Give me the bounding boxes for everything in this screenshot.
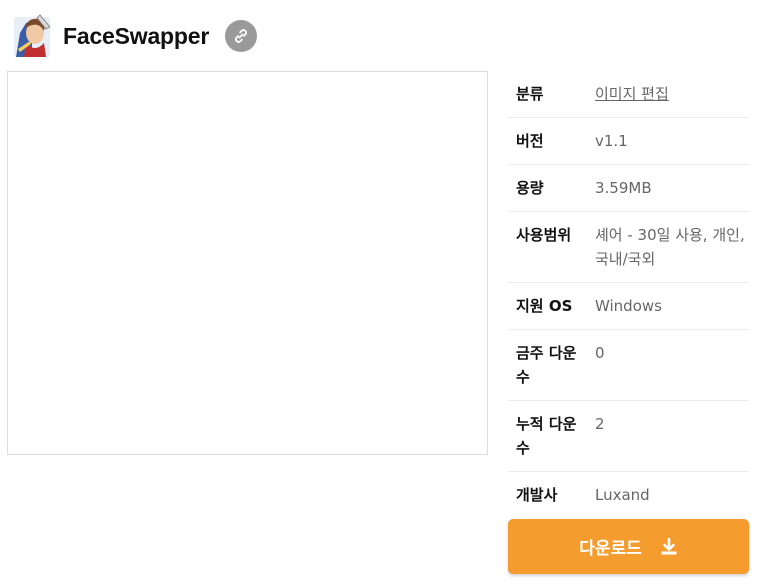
app-title: FaceSwapper: [63, 22, 210, 49]
info-label: 용량: [516, 179, 544, 197]
info-value: 0: [595, 344, 605, 362]
category-link[interactable]: 이미지 편집: [595, 85, 669, 103]
link-icon: [235, 29, 248, 43]
info-label: 사용범위: [516, 226, 572, 244]
app-header: FaceSwapper: [10, 12, 258, 60]
info-row-weekly-downloads: 금주 다운수 0: [508, 330, 749, 401]
download-icon: [660, 537, 678, 556]
info-value: 3.59MB: [595, 179, 652, 197]
copy-link-button[interactable]: [225, 20, 258, 52]
info-value: Windows: [595, 297, 662, 315]
download-button[interactable]: 다운로드: [508, 519, 749, 574]
info-label: 금주 다운수: [516, 344, 577, 386]
info-row-size: 용량 3.59MB: [508, 165, 749, 212]
info-value: 셰어 - 30일 사용, 개인, 국내/국외: [595, 226, 745, 268]
info-value: Luxand: [595, 486, 650, 504]
info-row-developer: 개발사 Luxand: [508, 472, 749, 518]
screenshot-preview: [7, 71, 488, 455]
info-label: 지원 OS: [516, 297, 573, 315]
download-label: 다운로드: [579, 539, 642, 559]
info-row-version: 버전 v1.1: [508, 118, 749, 165]
info-label: 버전: [516, 132, 544, 150]
info-value: v1.1: [595, 132, 628, 150]
program-info-table: 분류 이미지 편집 버전 v1.1 용량 3.59MB 사용범위 셰어 - 30…: [508, 71, 749, 518]
info-row-license: 사용범위 셰어 - 30일 사용, 개인, 국내/국외: [508, 212, 749, 283]
faceswapper-app-icon: [10, 13, 54, 59]
info-label: 누적 다운수: [516, 415, 577, 457]
info-row-category: 분류 이미지 편집: [508, 71, 749, 118]
info-label: 분류: [516, 85, 544, 103]
info-row-os: 지원 OS Windows: [508, 283, 749, 330]
info-value: 2: [595, 415, 605, 433]
info-row-total-downloads: 누적 다운수 2: [508, 401, 749, 472]
info-label: 개발사: [516, 486, 558, 504]
